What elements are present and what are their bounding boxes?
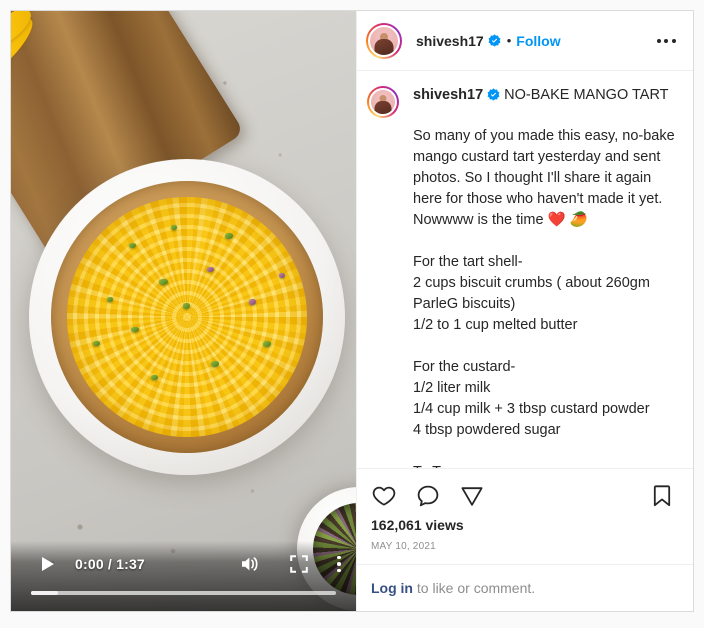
avatar[interactable] — [366, 22, 402, 59]
avatar-image — [368, 24, 400, 57]
follow-button[interactable]: Follow — [516, 33, 560, 49]
caption-title: NO-BAKE MANGO TART — [504, 87, 669, 103]
comment-button[interactable] — [413, 481, 443, 511]
share-paper-plane-icon — [461, 487, 483, 506]
post-date: MAY 10, 2021 — [371, 541, 436, 552]
heart-icon — [372, 486, 396, 506]
action-section: 162,061 views MAY 10, 2021 — [357, 468, 693, 564]
post-header: shivesh17 • Follow — [357, 11, 693, 71]
bookmark-icon — [653, 485, 671, 507]
video-time-display: 0:00 / 1:37 — [75, 556, 145, 572]
dot-icon — [664, 38, 668, 43]
header-separator: • — [506, 33, 512, 48]
share-button[interactable] — [457, 481, 487, 511]
caption-scroll-area[interactable]: shivesh17 NO-BAKE MANGO TART So many of … — [357, 71, 693, 468]
mango-tart-photo — [11, 11, 356, 611]
caption-avatar[interactable] — [367, 86, 399, 118]
header-username[interactable]: shivesh17 — [416, 33, 484, 49]
mango-rosette-topping — [67, 197, 307, 437]
dot-icon — [337, 562, 341, 566]
verified-badge-icon — [487, 88, 500, 101]
verified-badge-icon — [488, 34, 501, 47]
save-button[interactable] — [647, 481, 677, 511]
views-count: 162,061 views — [371, 517, 464, 533]
post-media-video[interactable]: 0:00 / 1:37 — [11, 11, 356, 611]
fullscreen-button[interactable] — [288, 553, 310, 575]
login-link[interactable]: Log in — [371, 580, 413, 596]
login-prompt: Log in to like or comment. — [357, 564, 693, 611]
avatar-body — [374, 38, 394, 55]
like-button[interactable] — [369, 481, 399, 511]
avatar-body — [374, 100, 392, 114]
caption-body: So many of you made this easy, no-bake m… — [413, 128, 675, 468]
fullscreen-icon — [290, 555, 308, 573]
mango-slice — [11, 47, 18, 123]
dot-icon — [671, 38, 676, 43]
play-triangle-icon — [42, 557, 54, 571]
play-button[interactable] — [37, 553, 59, 575]
video-progress-fill — [31, 591, 59, 595]
video-controls-row: 0:00 / 1:37 — [11, 551, 356, 577]
post-sidebar: shivesh17 • Follow shivesh17 NO-BAKE MAN… — [356, 11, 693, 611]
login-suffix-text: to like or comment. — [413, 580, 536, 596]
dot-icon — [337, 555, 341, 560]
video-progress-bar[interactable] — [31, 591, 336, 595]
caption-text: shivesh17 NO-BAKE MANGO TART So many of … — [413, 85, 677, 468]
instagram-post-frame: 0:00 / 1:37 shivesh17 • Follow shivesh17… — [10, 10, 694, 612]
more-options-button[interactable] — [653, 29, 679, 53]
volume-on-icon — [242, 557, 258, 571]
dot-icon — [337, 568, 341, 573]
video-more-options-button[interactable] — [330, 552, 348, 576]
dot-icon — [656, 38, 661, 43]
pistachio-bowl-contents — [313, 503, 356, 595]
caption-block: shivesh17 NO-BAKE MANGO TART So many of … — [367, 85, 677, 468]
action-row — [369, 477, 677, 515]
caption-username[interactable]: shivesh17 — [413, 87, 483, 103]
comment-bubble-icon — [417, 485, 439, 507]
avatar-image — [369, 88, 397, 116]
volume-button[interactable] — [238, 552, 262, 576]
